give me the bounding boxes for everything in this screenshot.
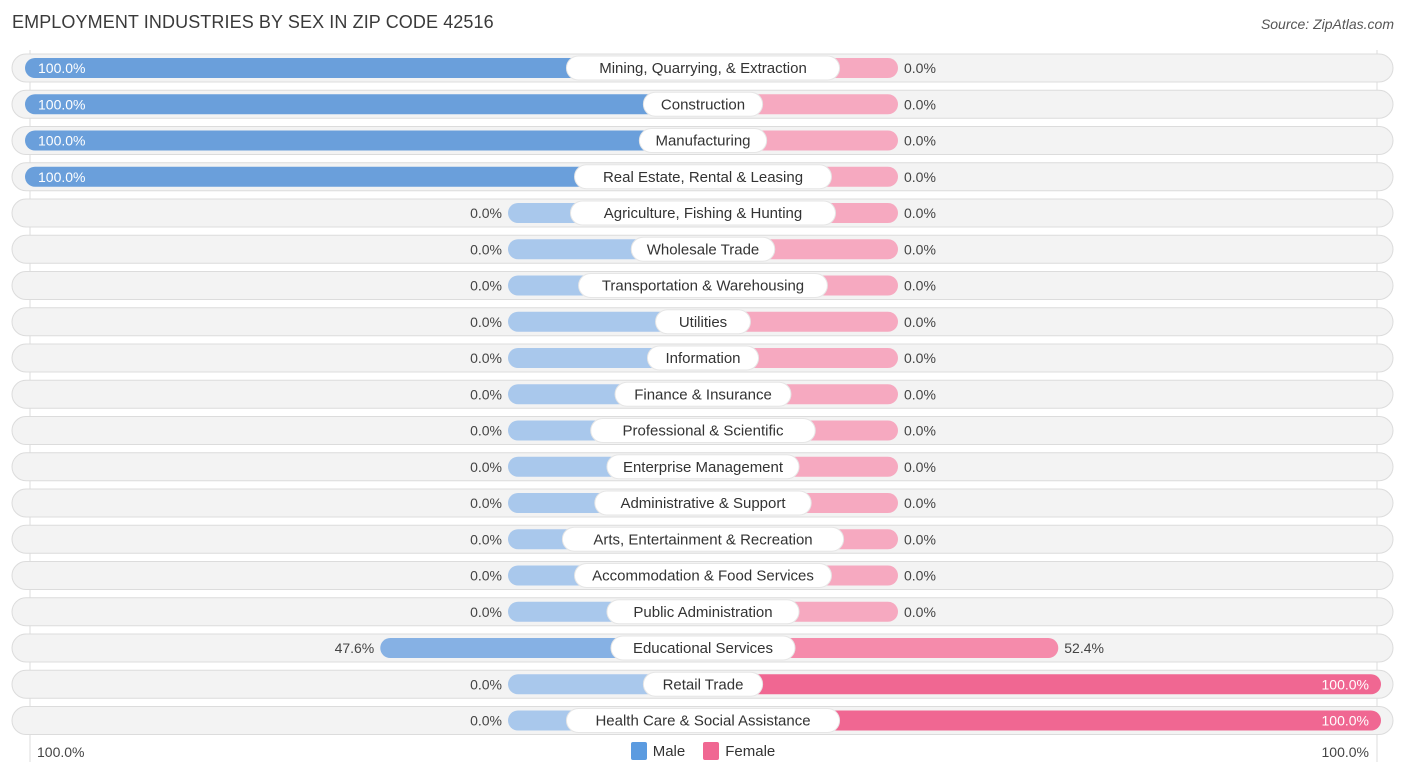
diverging-bar-chart: 100.0% 0.0% Mining, Quarrying, & Extractio… [11, 50, 1394, 762]
legend-label-male: Male [652, 742, 686, 760]
legend-swatch-male [630, 742, 647, 760]
category-label: Transportation & Warehousing [602, 278, 804, 295]
male-value-label: 0.0% [470, 423, 502, 439]
category-label: Finance & Insurance [634, 386, 772, 403]
female-value-label: 0.0% [904, 205, 936, 221]
female-value-label: 0.0% [904, 495, 936, 511]
female-value-label: 0.0% [904, 423, 936, 439]
male-value-label: 100.0% [38, 96, 85, 112]
category-label: Health Care & Social Assistance [595, 713, 810, 730]
female-value-label: 52.4% [1064, 640, 1104, 656]
legend-item-female: Female [703, 742, 775, 760]
female-value-label: 0.0% [904, 96, 936, 112]
legend-swatch-female [703, 742, 720, 760]
male-value-label: 0.0% [470, 205, 502, 221]
male-value-label: 0.0% [470, 350, 502, 366]
category-label: Professional & Scientific [623, 423, 784, 440]
category-label: Enterprise Management [623, 459, 784, 476]
category-label: Accommodation & Food Services [592, 568, 814, 585]
male-value-label: 100.0% [38, 133, 85, 149]
legend-item-male: Male [630, 742, 686, 760]
male-value-label: 0.0% [470, 459, 502, 475]
male-value-label: 0.0% [470, 568, 502, 584]
male-value-label: 0.0% [470, 241, 502, 257]
male-value-label: 0.0% [470, 314, 502, 330]
category-label: Real Estate, Rental & Leasing [603, 169, 803, 186]
male-value-label: 0.0% [470, 676, 502, 692]
legend: Male Female [0, 742, 1406, 760]
female-value-label: 0.0% [904, 350, 936, 366]
male-value-label: 0.0% [470, 495, 502, 511]
male-value-label: 0.0% [470, 386, 502, 402]
category-label: Agriculture, Fishing & Hunting [604, 205, 802, 222]
category-label: Arts, Entertainment & Recreation [593, 531, 812, 548]
male-value-label: 0.0% [470, 604, 502, 620]
male-value-label: 100.0% [38, 169, 85, 185]
female-value-label: 0.0% [904, 459, 936, 475]
female-value-label: 100.0% [1322, 676, 1369, 692]
male-value-label: 100.0% [38, 60, 85, 76]
category-label: Public Administration [633, 604, 772, 621]
category-label: Utilities [679, 314, 727, 331]
category-label: Retail Trade [663, 676, 744, 693]
category-label: Administrative & Support [620, 495, 786, 512]
category-label: Educational Services [633, 640, 773, 657]
female-value-label: 0.0% [904, 568, 936, 584]
male-value-label: 0.0% [470, 713, 502, 729]
female-value-label: 0.0% [904, 278, 936, 294]
female-value-label: 0.0% [904, 241, 936, 257]
female-bar [703, 674, 1381, 695]
male-value-label: 0.0% [470, 531, 502, 547]
female-value-label: 0.0% [904, 314, 936, 330]
male-bar [25, 130, 703, 151]
category-label: Mining, Quarrying, & Extraction [599, 60, 807, 77]
male-value-label: 47.6% [335, 640, 375, 656]
male-value-label: 0.0% [470, 278, 502, 294]
female-value-label: 0.0% [904, 604, 936, 620]
female-value-label: 0.0% [904, 386, 936, 402]
female-value-label: 100.0% [1322, 713, 1369, 729]
female-value-label: 0.0% [904, 60, 936, 76]
male-bar [25, 94, 703, 115]
category-label: Wholesale Trade [647, 241, 760, 258]
female-value-label: 0.0% [904, 169, 936, 185]
category-label: Construction [661, 96, 745, 113]
legend-label-female: Female [725, 742, 776, 760]
female-value-label: 0.0% [904, 133, 936, 149]
female-value-label: 0.0% [904, 531, 936, 547]
category-label: Information [665, 350, 740, 367]
category-label: Manufacturing [655, 133, 750, 150]
